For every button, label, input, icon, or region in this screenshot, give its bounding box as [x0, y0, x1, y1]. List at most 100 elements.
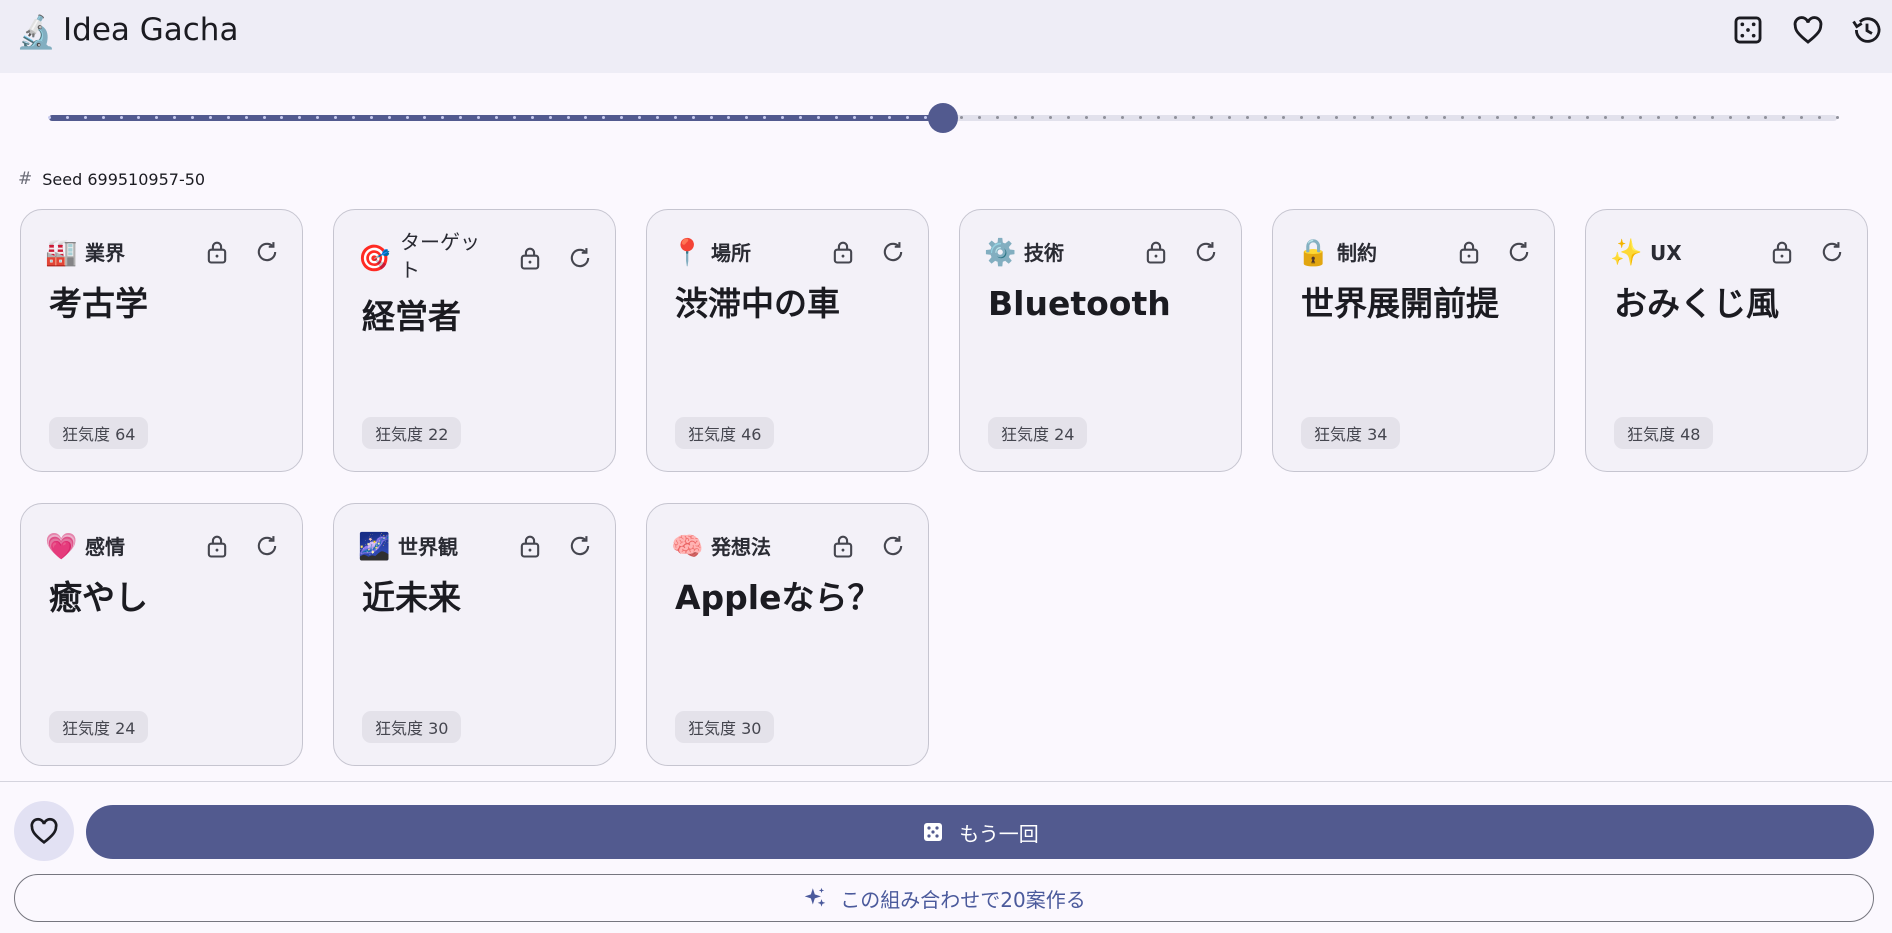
slider-tick: [924, 116, 927, 119]
slider-tick: [1407, 116, 1410, 119]
roll-again-button[interactable]: もう一回: [86, 805, 1874, 859]
slider-tick: [906, 116, 909, 119]
refresh-icon[interactable]: [879, 532, 907, 560]
lock-icon[interactable]: [203, 238, 231, 266]
sparkle-icon: [804, 887, 826, 907]
slider-tick: [459, 116, 462, 119]
card-category: 場所: [711, 241, 751, 265]
card-industry: 🏭 業界 考古学 狂気度 64: [20, 209, 303, 472]
slider-tick: [1067, 116, 1070, 119]
heart-emoji-icon: 💗: [45, 532, 78, 562]
slider-tick: [1443, 116, 1446, 119]
slider-tick: [388, 116, 391, 119]
slider-tick: [1478, 116, 1481, 119]
dice-icon[interactable]: [1731, 13, 1765, 47]
slider-tick: [1514, 116, 1517, 119]
slider-tick: [710, 116, 713, 119]
slider-tick: [102, 116, 105, 119]
refresh-icon[interactable]: [253, 532, 281, 560]
microscope-icon: 🔬: [16, 13, 56, 51]
slider-tick: [316, 116, 319, 119]
refresh-icon[interactable]: [1818, 238, 1846, 266]
slider-tick: [870, 116, 873, 119]
slider-tick: [1782, 116, 1785, 119]
card-target: 🎯 ターゲット 経営者 狂気度 22: [333, 209, 616, 472]
craziness-badge: 狂気度 24: [49, 711, 149, 743]
lock-icon[interactable]: [1455, 238, 1483, 266]
slider-tick: [1389, 116, 1392, 119]
slider-tick: [1461, 116, 1464, 119]
craziness-badge: 狂気度 24: [988, 417, 1088, 449]
craziness-slider[interactable]: [48, 103, 1839, 133]
dice-icon: [924, 823, 943, 841]
lock-icon[interactable]: [1768, 238, 1796, 266]
slider-tick: [84, 116, 87, 119]
slider-thumb[interactable]: [928, 103, 958, 133]
history-icon[interactable]: [1850, 13, 1884, 47]
lock-icon[interactable]: [1142, 238, 1170, 266]
slider-tick: [531, 116, 534, 119]
slider-tick: [1335, 116, 1338, 119]
slider-tick: [1174, 116, 1177, 119]
slider-tick: [1496, 116, 1499, 119]
slider-tick: [584, 116, 587, 119]
card-category: 世界観: [398, 535, 458, 559]
card-method: 🧠 発想法 Appleなら？ 狂気度 30: [646, 503, 929, 766]
slider-tick: [173, 116, 176, 119]
card-value: 経営者: [362, 297, 461, 336]
slider-tick: [1014, 116, 1017, 119]
slider-tick: [549, 116, 552, 119]
refresh-icon[interactable]: [1192, 238, 1220, 266]
galaxy-icon: 🌌: [358, 532, 391, 562]
slider-tick: [1550, 116, 1553, 119]
slider-tick: [799, 116, 802, 119]
lock-icon[interactable]: [203, 532, 231, 560]
card-category: 感情: [85, 535, 125, 559]
card-value: おみくじ風: [1614, 284, 1779, 323]
slider-tick: [1228, 116, 1231, 119]
slider-tick: [245, 116, 248, 119]
slider-tick: [1371, 116, 1374, 119]
lock-icon[interactable]: [516, 244, 544, 272]
refresh-icon[interactable]: [879, 238, 907, 266]
slider-tick: [227, 116, 230, 119]
target-icon: 🎯: [358, 244, 391, 274]
slider-tick: [1246, 116, 1249, 119]
slider-tick: [1818, 116, 1821, 119]
craziness-badge: 狂気度 46: [675, 417, 775, 449]
lock-icon[interactable]: [829, 238, 857, 266]
slider-tick: [674, 116, 677, 119]
slider-tick: [1764, 116, 1767, 119]
slider-tick: [298, 116, 301, 119]
refresh-icon[interactable]: [566, 532, 594, 560]
slider-tick: [763, 116, 766, 119]
heart-icon[interactable]: [1791, 13, 1825, 47]
factory-icon: 🏭: [45, 238, 78, 268]
slider-tick: [656, 116, 659, 119]
card-value: Appleなら？: [675, 578, 881, 617]
refresh-icon[interactable]: [566, 244, 594, 272]
card-category: ターゲット: [400, 230, 480, 282]
lock-icon[interactable]: [829, 532, 857, 560]
refresh-icon[interactable]: [253, 238, 281, 266]
card-value: Bluetooth: [988, 284, 1171, 323]
slider-tick: [1586, 116, 1589, 119]
generate-20-button[interactable]: この組み合わせで20案作る: [14, 874, 1874, 922]
card-value: 渋滞中の車: [675, 284, 840, 323]
slider-tick: [1264, 116, 1267, 119]
lock-icon[interactable]: [516, 532, 544, 560]
slider-tick: [1031, 116, 1034, 119]
app-bar: 🔬 Idea Gacha: [0, 0, 1892, 73]
favorite-button[interactable]: [14, 801, 74, 861]
slider-tick: [209, 116, 212, 119]
slider-tick: [370, 116, 373, 119]
craziness-badge: 狂気度 30: [675, 711, 775, 743]
slider-tick: [155, 116, 158, 119]
card-value: 癒やし: [49, 578, 148, 617]
card-category: 技術: [1024, 241, 1064, 265]
slider-tick: [263, 116, 266, 119]
slider-tick: [996, 116, 999, 119]
refresh-icon[interactable]: [1505, 238, 1533, 266]
craziness-badge: 狂気度 64: [49, 417, 149, 449]
slider-tick: [1693, 116, 1696, 119]
